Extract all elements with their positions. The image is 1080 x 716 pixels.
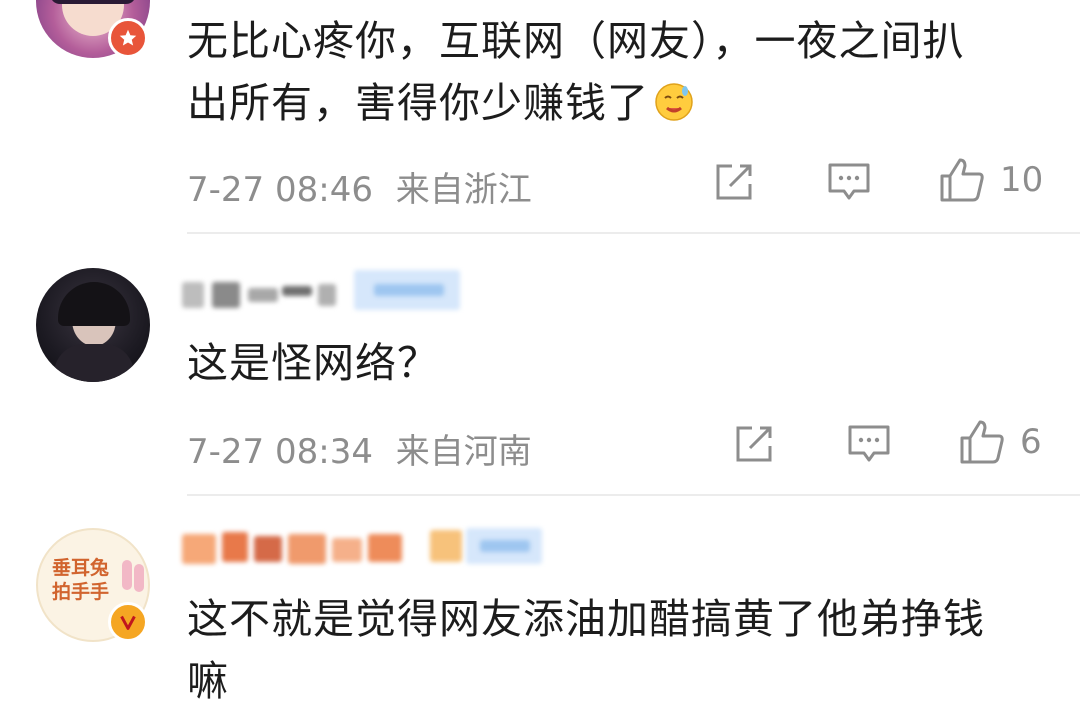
thumbs-up-icon	[940, 158, 984, 202]
star-badge-icon	[108, 18, 148, 58]
timestamp: 7-27 08:34	[187, 432, 373, 472]
comment-text: 这是怪网络？	[187, 339, 439, 387]
share-icon	[716, 164, 752, 200]
username-blurred[interactable]	[182, 278, 342, 310]
share-icon	[736, 426, 772, 462]
comment-meta: 7-27 08:34 来自河南	[187, 424, 532, 473]
user-badge-blurred	[354, 270, 460, 310]
reply-button[interactable]	[826, 160, 872, 204]
thumbs-up-icon	[960, 420, 1004, 464]
share-button[interactable]	[712, 160, 756, 204]
comment-item: 这是怪网络？ 7-27 08:34 来自河南 6	[0, 234, 1080, 496]
like-count: 6	[1020, 422, 1042, 462]
username-blurred[interactable]	[182, 526, 432, 570]
verified-v-icon	[108, 602, 148, 642]
comment-text: 这不就是觉得网友添油加醋搞黄了他弟挣钱 嘛	[187, 595, 985, 705]
comment-icon	[848, 425, 890, 462]
timestamp: 7-27 08:46	[187, 170, 373, 210]
avatar-text: 垂耳兔 拍手手	[52, 557, 110, 603]
avatar[interactable]	[36, 268, 150, 382]
comment-icon	[828, 163, 870, 200]
share-button[interactable]	[732, 422, 776, 466]
user-badge-blurred	[430, 526, 542, 566]
sweating-face-emoji	[653, 78, 695, 121]
reply-button[interactable]	[846, 422, 892, 466]
comment-meta: 7-27 08:46 来自浙江	[187, 162, 532, 211]
location: 来自河南	[395, 432, 532, 472]
comment-item: 垂耳兔 拍手手 这不就是觉得网友添油加醋搞黄了他弟挣钱 嘛	[0, 496, 1080, 716]
location: 来自浙江	[395, 170, 532, 210]
comment-item: 无比心疼你，互联网（网友），一夜之间扒 出所有，害得你少赚钱了 7-27 08:…	[0, 0, 1080, 232]
comment-text: 无比心疼你，互联网（网友），一夜之间扒 出所有，害得你少赚钱了	[187, 17, 965, 127]
like-button[interactable]: 10	[938, 156, 1043, 204]
like-count: 10	[1000, 160, 1044, 200]
like-button[interactable]: 6	[958, 418, 1042, 466]
